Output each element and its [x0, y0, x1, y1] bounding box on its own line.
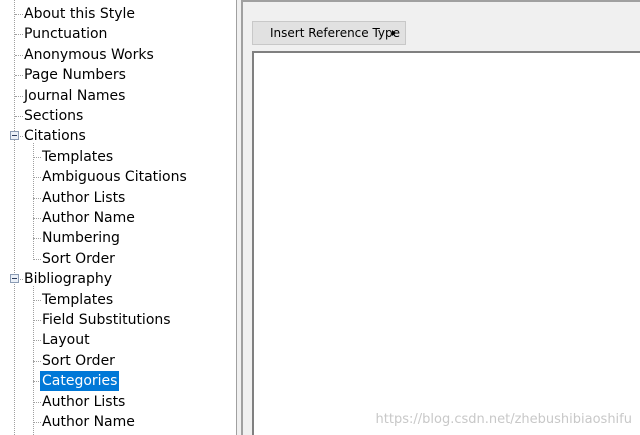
insert-reference-type-button[interactable]: Insert Reference Type	[252, 21, 406, 45]
collapse-icon[interactable]	[10, 274, 19, 284]
tree-item-page-numbers[interactable]: Page Numbers	[0, 65, 236, 85]
tree-item-punctuation[interactable]: Punctuation	[0, 24, 236, 44]
tree-item-label: Anonymous Works	[24, 46, 154, 63]
tree-item-author-lists[interactable]: Author Lists	[0, 188, 236, 208]
tree-item-label: Page Numbers	[24, 67, 126, 84]
tree-item-label: Categories	[40, 371, 120, 392]
tree-guide-line	[33, 286, 34, 435]
tree-item-author-lists[interactable]: Author Lists	[0, 392, 236, 412]
tree-item-label: Author Name	[42, 210, 135, 226]
editor-panel: Insert Reference Type	[241, 0, 640, 435]
tree-item-templates[interactable]: Templates	[0, 147, 236, 167]
template-editor[interactable]	[252, 51, 640, 435]
tree-item-label: Sort Order	[42, 250, 115, 267]
tree-item-citations[interactable]: Citations	[0, 126, 236, 146]
tree-item-label: Punctuation	[24, 26, 108, 43]
tree-item-label: Sort Order	[42, 352, 115, 369]
tree-item-field-substitutions[interactable]: Field Substitutions	[0, 310, 236, 330]
collapse-icon[interactable]	[10, 131, 19, 141]
tree-item-label: Citations	[24, 128, 86, 145]
tree-item-categories[interactable]: Categories	[0, 371, 236, 392]
tree-item-label: Templates	[42, 291, 114, 308]
tree-item-label: Layout	[42, 332, 90, 349]
tree-item-label: Sections	[24, 108, 84, 124]
tree-item-author-name[interactable]: Author Name	[0, 208, 236, 228]
watermark: https://blog.csdn.net/zhebushibiaoshifu	[375, 412, 632, 427]
tree-item-author-name[interactable]: Author Name	[0, 412, 236, 432]
tree-item-about-this-style[interactable]: About this Style	[0, 4, 236, 24]
tree-item-layout[interactable]: Layout	[0, 330, 236, 350]
tree-item-ambiguous-citations[interactable]: Ambiguous Citations	[0, 167, 236, 187]
tree-item-label: Field Substitutions	[42, 312, 171, 328]
submenu-arrow-icon	[392, 30, 396, 36]
tree-item-label: Journal Names	[24, 87, 126, 104]
tree-item-label: Templates	[42, 148, 114, 165]
tree-item-bibliography[interactable]: Bibliography	[0, 269, 236, 289]
insert-reference-type-label: Insert Reference Type	[270, 26, 401, 40]
tree-item-sort-order[interactable]: Sort Order	[0, 351, 236, 371]
tree-item-templates[interactable]: Templates	[0, 290, 236, 310]
tree-item-journal-names[interactable]: Journal Names	[0, 86, 236, 106]
tree-guide-line	[33, 143, 34, 260]
tree-item-sections[interactable]: Sections	[0, 106, 236, 126]
tree-item-anonymous-works[interactable]: Anonymous Works	[0, 45, 236, 65]
tree-item-label: Numbering	[42, 230, 120, 247]
tree-item-label: Ambiguous Citations	[42, 169, 187, 186]
tree-item-label: Bibliography	[24, 271, 112, 288]
tree-item-numbering[interactable]: Numbering	[0, 228, 236, 248]
tree-item-label: About this Style	[24, 6, 136, 22]
style-tree[interactable]: About this Style Punctuation Anonymous Wor…	[0, 0, 237, 435]
tree-item-label: Author Name	[42, 414, 135, 430]
tree-item-label: Author Lists	[42, 189, 126, 206]
tree-item-sort-order[interactable]: Sort Order	[0, 249, 236, 269]
tree-item-label: Author Lists	[42, 393, 126, 410]
